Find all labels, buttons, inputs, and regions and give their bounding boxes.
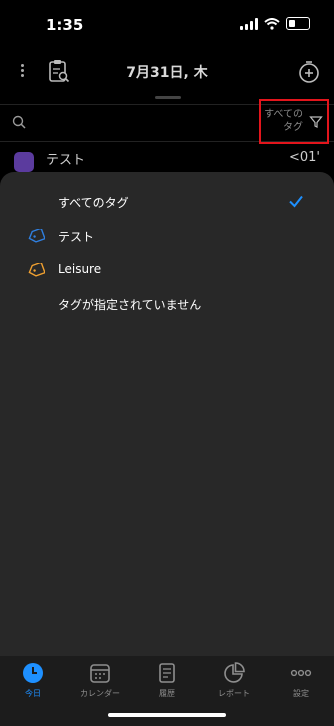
tab-label: 履歴 <box>159 689 175 698</box>
more-dots-icon <box>290 669 312 677</box>
tab-label: レポート <box>218 689 250 698</box>
tab-history[interactable]: 履歴 <box>134 656 200 708</box>
tab-reports[interactable]: レポート <box>201 656 267 708</box>
tag-filter-button[interactable]: すべての タグ <box>259 99 329 144</box>
status-bar: 1:35 <box>0 0 334 52</box>
checkmark-icon <box>289 195 303 208</box>
pie-chart-icon <box>224 662 245 683</box>
clock-icon <box>23 663 43 683</box>
battery-icon <box>286 17 310 30</box>
page-title: 7月31日, 木 <box>126 65 208 81</box>
tab-settings[interactable]: 設定 <box>268 656 334 708</box>
tag-filter-label-line1: すべての <box>264 109 303 120</box>
sheet-grabber <box>155 96 181 99</box>
tab-calendar[interactable]: カレンダー <box>67 656 133 708</box>
tag-option-label: Leisure <box>58 262 102 276</box>
tag-option-label: タグが指定されていません <box>58 298 202 312</box>
filter-funnel-icon <box>309 116 323 128</box>
tab-today[interactable]: 今日 <box>0 656 66 708</box>
tag-icon <box>28 229 45 243</box>
document-list-icon <box>159 663 175 683</box>
tag-option-leisure[interactable]: Leisure <box>0 254 334 286</box>
tag-icon <box>28 263 45 277</box>
list-item[interactable]: テスト <01' <box>0 146 334 172</box>
tag-filter-sheet: すべてのタグ テスト Leisure タグが指定されていません <box>0 172 334 656</box>
tag-option-all[interactable]: すべてのタグ <box>0 186 334 218</box>
tag-option-label: テスト <box>58 230 95 244</box>
search-icon[interactable] <box>12 115 26 129</box>
wifi-icon <box>264 17 280 30</box>
tag-filter-label-line2: タグ <box>283 122 303 133</box>
tab-label: カレンダー <box>80 689 120 698</box>
tag-option-test[interactable]: テスト <box>0 220 334 252</box>
tab-label: 今日 <box>25 689 41 698</box>
add-timer-icon[interactable] <box>298 60 320 84</box>
tab-label: 設定 <box>293 689 309 698</box>
status-time: 1:35 <box>46 16 84 34</box>
signal-icon <box>240 17 258 30</box>
status-icons <box>240 17 310 30</box>
tag-filter-label: すべての タグ <box>264 108 303 134</box>
entry-icon <box>14 152 34 172</box>
tag-option-untagged[interactable]: タグが指定されていません <box>0 288 334 320</box>
calendar-icon <box>90 664 110 683</box>
tag-option-label: すべてのタグ <box>58 196 129 210</box>
home-indicator <box>108 713 226 717</box>
entry-name: テスト <box>46 153 86 168</box>
top-bar: 7月31日, 木 <box>0 52 334 92</box>
entry-duration: <01' <box>288 150 320 165</box>
